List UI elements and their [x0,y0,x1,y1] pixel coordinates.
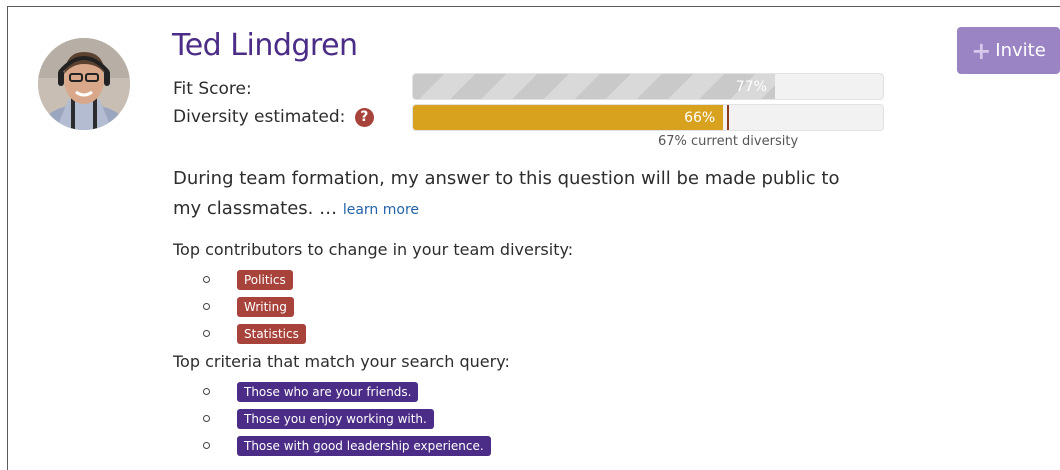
bullet [203,442,210,449]
current-diversity-text: 67% current diversity [658,134,799,149]
list-item: Politics [203,266,306,293]
fit-score-bar: 77% [412,73,884,100]
criteria-title: Top criteria that match your search quer… [173,352,510,371]
description: During team formation, my answer to this… [173,164,873,225]
criteria-tag: Those who are your friends. [237,381,419,402]
list-item: Writing [203,293,306,320]
fit-score-label: Fit Score: [173,79,252,99]
diversity-bar: 66% [412,104,884,131]
current-diversity-marker [726,105,729,130]
diversity-label-text: Diversity estimated: [173,107,346,127]
fit-score-fill: 77% [413,74,775,99]
list-item: Those who are your friends. [203,378,491,405]
contributors-list: Politics Writing Statistics [203,266,306,347]
criteria-list: Those who are your friends. Those you en… [203,378,491,459]
invite-button[interactable]: + Invite [957,27,1060,74]
description-text: During team formation, my answer to this… [173,168,840,219]
member-name: Ted Lindgren [172,28,358,63]
bullet [203,415,210,422]
bullet [203,330,210,337]
criteria-tag: Those with good leadership experience. [237,435,491,456]
bullet [203,276,210,283]
avatar [38,38,130,130]
help-icon[interactable]: ? [354,108,374,127]
contributor-tag: Writing [237,296,294,317]
bullet [203,388,210,395]
list-item: Those you enjoy working with. [203,405,491,432]
diversity-fill: 66% [413,105,724,130]
contributors-title: Top contributors to change in your team … [173,240,574,259]
contributor-tag: Politics [237,269,293,290]
contributor-tag: Statistics [237,323,306,344]
invite-label: Invite [995,40,1046,61]
diversity-label: Diversity estimated: ? [173,107,374,127]
list-item: Those with good leadership experience. [203,432,491,459]
list-item: Statistics [203,320,306,347]
bullet [203,303,210,310]
criteria-tag: Those you enjoy working with. [237,408,434,429]
learn-more-link[interactable]: learn more [343,202,419,218]
plus-icon: + [971,36,992,65]
